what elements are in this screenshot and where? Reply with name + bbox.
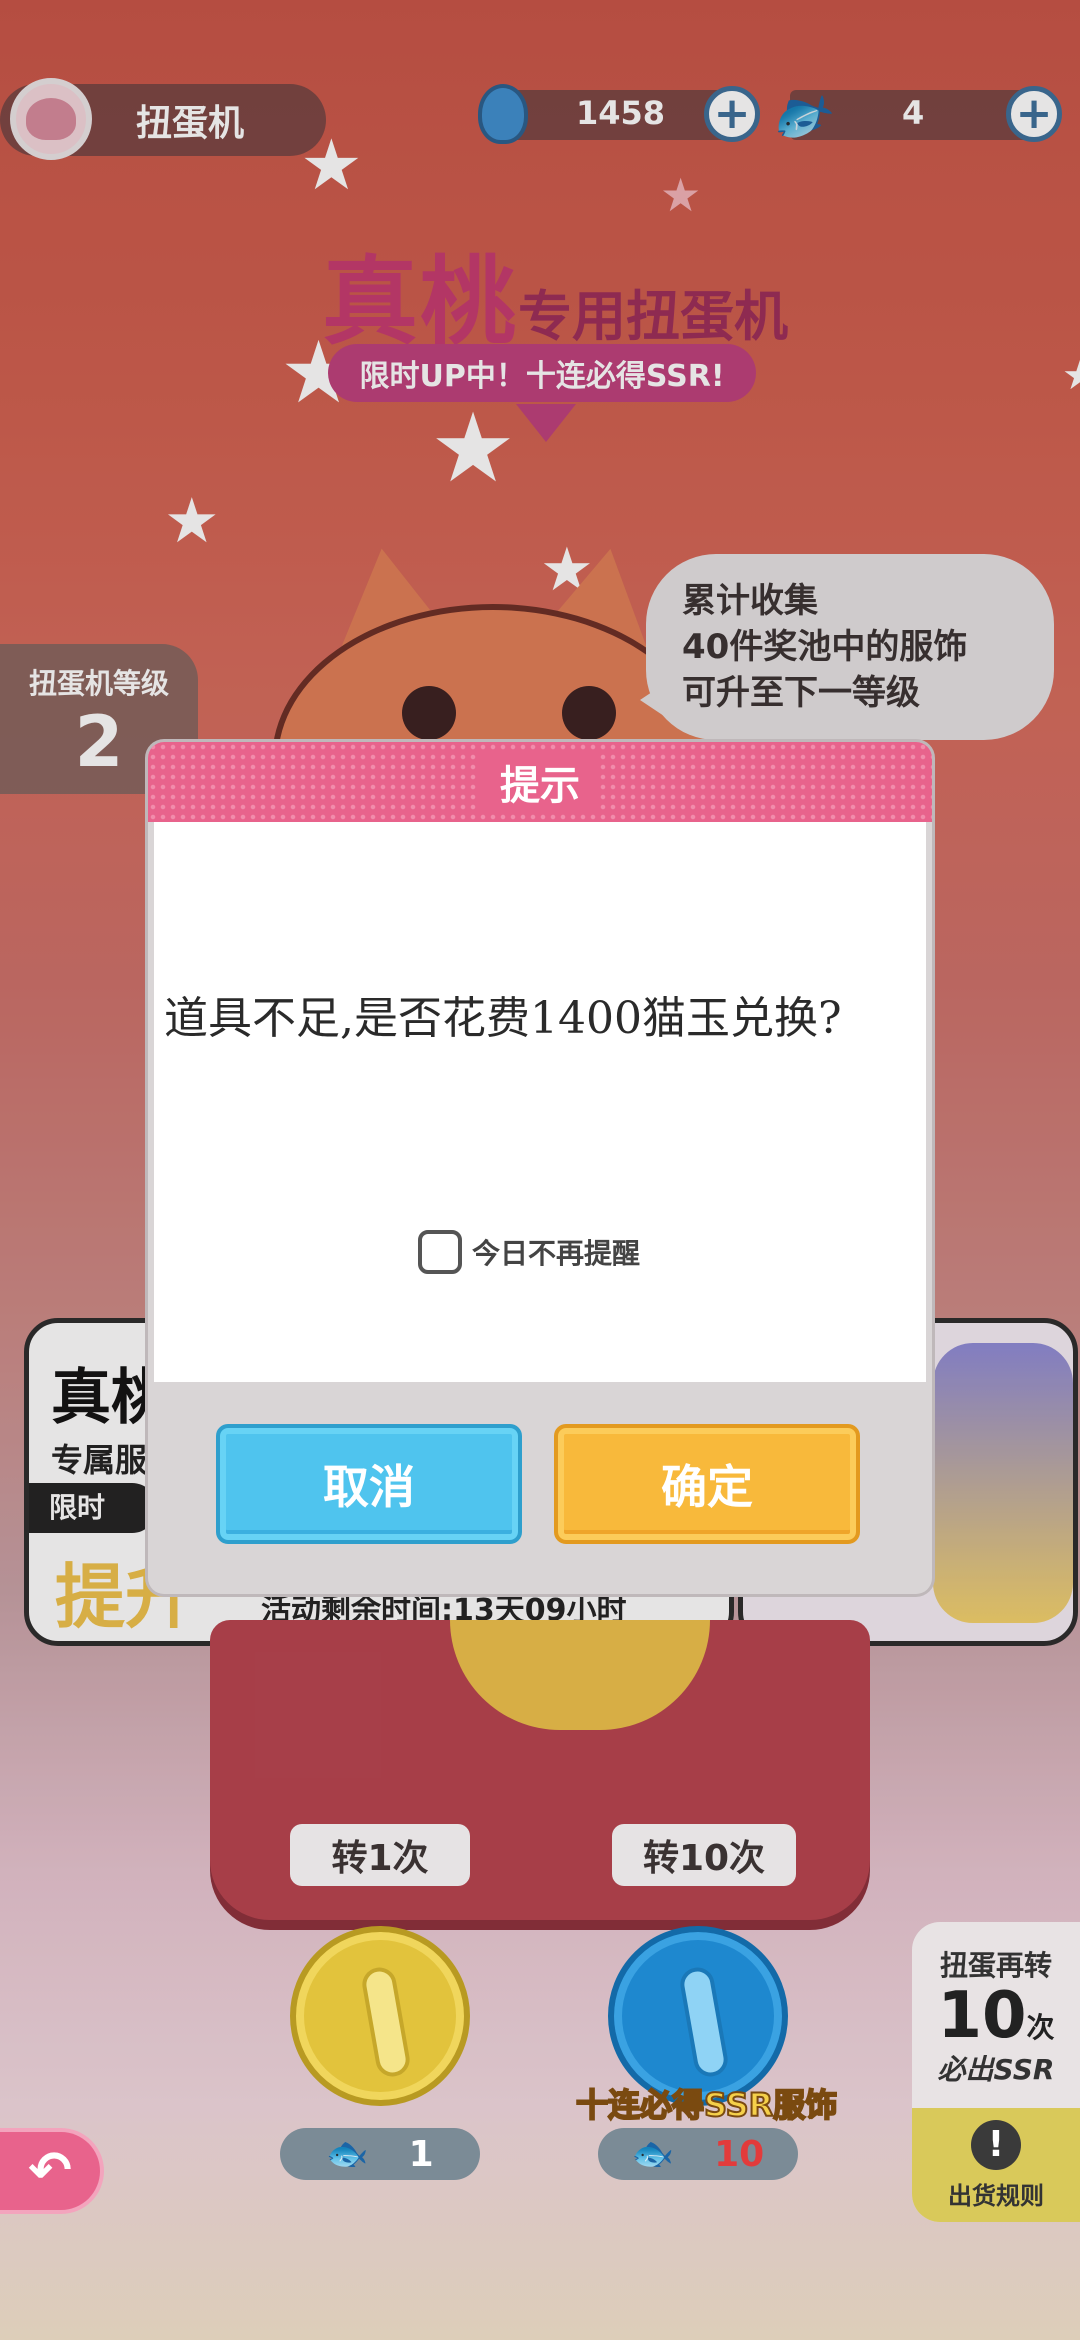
dialog-message: 道具不足,是否花费1400猫玉兑换? bbox=[164, 993, 842, 1044]
confirm-button[interactable]: 确定 bbox=[554, 1424, 860, 1544]
spin-ten-button[interactable] bbox=[608, 1926, 788, 2106]
cancel-button[interactable]: 取消 bbox=[216, 1424, 522, 1544]
spin-once-slot bbox=[359, 1964, 413, 2080]
pity-unit: 次 bbox=[1026, 2011, 1055, 2044]
back-button[interactable]: ↶ bbox=[0, 2128, 104, 2214]
spin-ten-label: 转10次 bbox=[642, 1838, 766, 1879]
spin-ten-slot bbox=[677, 1964, 731, 2080]
dialog-title: 提示 bbox=[480, 753, 600, 811]
checkbox-icon[interactable] bbox=[418, 1230, 462, 1274]
ten-spin-promo: 十连必得SSR服饰 bbox=[575, 2085, 838, 2125]
spin-once-tag: 转1次 bbox=[290, 1824, 470, 1886]
spin-ten-cost: 🐟 10 bbox=[598, 2128, 798, 2180]
dont-remind-option[interactable]: 今日不再提醒 bbox=[418, 1230, 640, 1274]
dialog-body: 道具不足,是否花费1400猫玉兑换? 今日不再提醒 bbox=[154, 822, 926, 1382]
fish-icon: 🐟 bbox=[631, 2134, 675, 2174]
back-arrow-icon: ↶ bbox=[28, 2141, 72, 2201]
fish-icon: 🐟 bbox=[326, 2134, 369, 2174]
pity-count: 10 bbox=[937, 1979, 1027, 2053]
exclamation-icon: ! bbox=[971, 2120, 1021, 2170]
spin-once-cost-value: 1 bbox=[408, 2133, 434, 2175]
pity-counter-panel: 扭蛋再转 10次 必出SSR ! 出货规则 bbox=[912, 1922, 1080, 2222]
spin-once-label: 转1次 bbox=[331, 1838, 429, 1879]
insufficient-items-dialog: 提示 道具不足,是否花费1400猫玉兑换? 今日不再提醒 取消 确定 bbox=[148, 742, 932, 1594]
drop-rules-label: 出货规则 bbox=[948, 2182, 1044, 2210]
drop-rules-button[interactable]: ! 出货规则 bbox=[912, 2108, 1080, 2222]
dont-remind-label: 今日不再提醒 bbox=[472, 1237, 641, 1270]
confirm-label: 确定 bbox=[661, 1460, 753, 1514]
spin-once-cost: 🐟 1 bbox=[280, 2128, 480, 2180]
pity-line-1: 扭蛋再转 bbox=[939, 1949, 1052, 1982]
pity-line-3: 必出SSR bbox=[937, 2053, 1055, 2086]
spin-once-button[interactable] bbox=[290, 1926, 470, 2106]
spin-ten-cost-value: 10 bbox=[714, 2133, 765, 2175]
spin-ten-tag: 转10次 bbox=[612, 1824, 796, 1886]
cancel-label: 取消 bbox=[323, 1460, 415, 1514]
dialog-header: 提示 bbox=[148, 742, 932, 822]
